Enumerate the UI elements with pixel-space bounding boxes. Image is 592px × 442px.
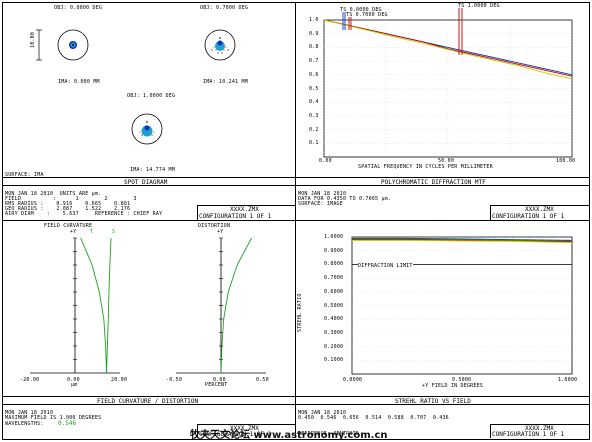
fc-panel-title: FIELD CURVATURE / DISTORTION xyxy=(97,398,199,405)
row2-title-top xyxy=(2,396,589,397)
watermark: 牧夫天文论坛 www.astronomy.com.cn xyxy=(190,430,388,441)
strehl-info-divider xyxy=(490,424,491,438)
strehl-ytick: 0.4000 xyxy=(324,316,344,323)
strehl-info-line-2: 0.450 0.546 0.656 0.514 0.588 0.707 0.43… xyxy=(298,415,449,421)
strehl-ytick: 0.8000 xyxy=(324,261,344,268)
strehl-ytick: 0.5000 xyxy=(324,302,344,309)
strehl-ytick: 0.3000 xyxy=(324,329,344,336)
strehl-ytick: 0.2000 xyxy=(324,343,344,350)
strehl-ytick: 0.6000 xyxy=(324,288,344,295)
strehl-ytick: 1.0000 xyxy=(324,234,344,240)
strehl-xtick-0: 0.0000 xyxy=(343,377,363,383)
strehl-diffraction-limit-label: DIFFRACTION LIMIT xyxy=(358,263,413,269)
strehl-xlabel: +Y FIELD IN DEGREES xyxy=(422,383,483,389)
fc-wavelength: 0.546 xyxy=(58,420,77,427)
strehl-ytick: 0.7000 xyxy=(324,275,344,282)
strehl-chart xyxy=(351,236,573,375)
strehl-xtick-2: 1.0000 xyxy=(558,377,578,383)
strehl-ylabel: STREHL RATIO xyxy=(297,293,303,332)
strehl-ytick: 0.1000 xyxy=(324,357,344,364)
strehl-ytick: 0.9000 xyxy=(324,247,344,254)
strehl-panel-title: STREHL RATIO VS FIELD xyxy=(395,398,471,405)
fc-info-line-3: WAVELENGTHS: xyxy=(5,421,44,427)
strehl-config: CONFIGURATION 1 OF 1 xyxy=(492,431,565,438)
row2-title-bottom xyxy=(2,404,589,405)
